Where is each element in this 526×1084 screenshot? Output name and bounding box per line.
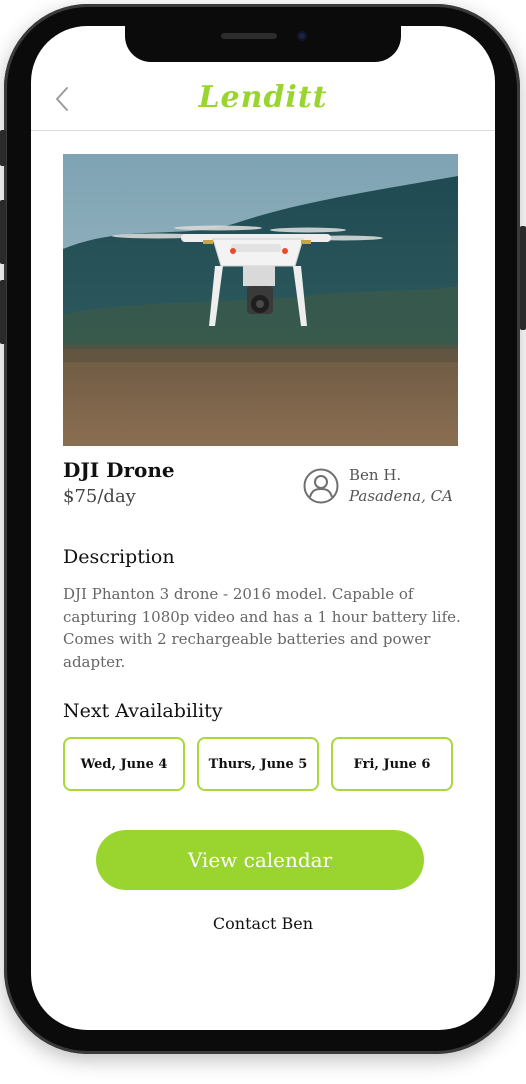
- owner-location: Pasadena, CA: [349, 487, 453, 505]
- date-option-fri[interactable]: Fri, June 6: [331, 737, 453, 791]
- app-header: Lenditt: [31, 70, 495, 131]
- product-title: DJI Drone: [63, 458, 175, 482]
- product-image: [63, 154, 458, 446]
- view-calendar-button[interactable]: View calendar: [96, 830, 424, 890]
- user-circle-icon[interactable]: [303, 468, 339, 504]
- product-price: $75/day: [63, 486, 136, 507]
- date-option-thurs[interactable]: Thurs, June 5: [197, 737, 319, 791]
- contact-owner-link[interactable]: Contact Ben: [31, 914, 495, 933]
- speaker: [221, 33, 277, 39]
- notch: [125, 26, 401, 62]
- owner-name[interactable]: Ben H.: [349, 466, 401, 484]
- power-button: [520, 226, 526, 330]
- date-option-wed[interactable]: Wed, June 4: [63, 737, 185, 791]
- description-heading: Description: [63, 546, 175, 568]
- app-logo: Lenditt: [198, 80, 328, 115]
- phone-screen: Lenditt DJI Drone $75/day Ben H. Pasaden…: [31, 26, 495, 1030]
- availability-heading: Next Availability: [63, 700, 223, 722]
- mute-switch: [0, 130, 6, 166]
- volume-up-button: [0, 200, 6, 264]
- front-camera: [297, 31, 307, 41]
- description-text: DJI Phanton 3 drone - 2016 model. Capabl…: [63, 585, 461, 671]
- volume-down-button: [0, 280, 6, 344]
